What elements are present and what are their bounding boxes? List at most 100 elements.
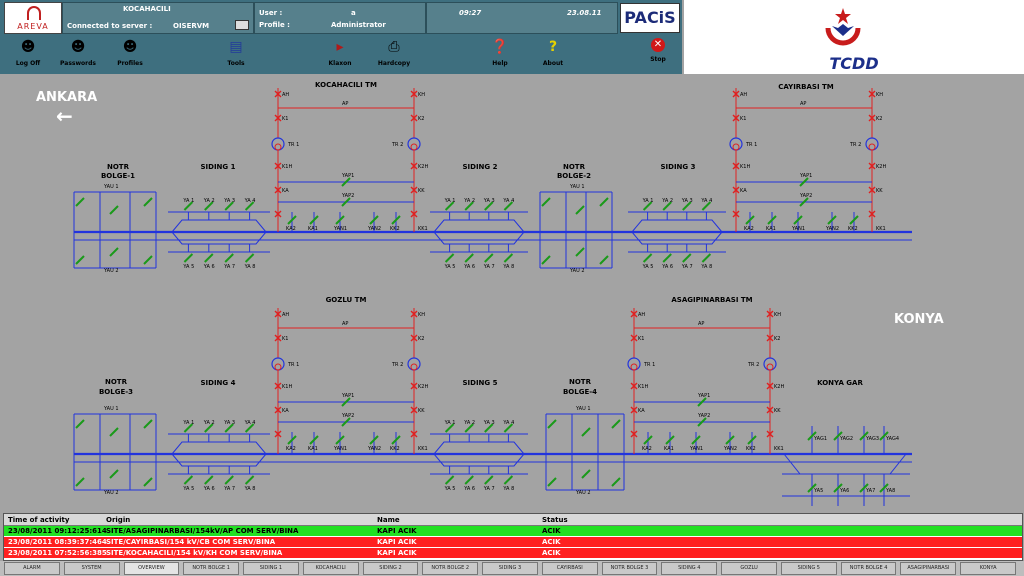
stop-button[interactable]: ✕ Stop	[630, 36, 686, 72]
disconnector-switch	[581, 427, 591, 437]
device-label: TR 1	[643, 362, 655, 368]
diagram-canvas: NOTR BOLGE-1 SIDING 1 KOCAHACILI TM SIDI…	[73, 81, 912, 506]
device-label: KA2	[744, 226, 754, 232]
device-label: YA 1	[182, 420, 194, 426]
user-icon: ☻	[20, 39, 36, 55]
klaxon-button[interactable]: ▸ Klaxon	[312, 36, 368, 72]
device-label: YAN1	[791, 226, 805, 232]
device-label: YA 3	[483, 198, 495, 204]
disconnector-switch	[484, 253, 494, 263]
about-button[interactable]: ? About	[525, 36, 581, 72]
tab-asagipinarbasi[interactable]: ASAGIPINARBASI	[900, 562, 957, 575]
event-time: 23/08/2011 08:39:37:464	[8, 538, 107, 546]
device-label: YAN2	[367, 226, 381, 232]
disconnector-switch	[204, 253, 214, 263]
user-value: a	[351, 9, 356, 17]
tab-notr-bolge-1[interactable]: NOTR BOLGE 1	[183, 562, 240, 575]
disconnector-switch	[547, 477, 557, 487]
event-row[interactable]: 23/08/2011 07:52:56:385 SITE/KOCAHACILI/1…	[4, 548, 1022, 558]
device-label: AH	[282, 312, 289, 318]
siding-loop	[433, 441, 525, 455]
tab-cayirbasi[interactable]: CAYIRBASI	[541, 562, 598, 575]
device-label: YA 3	[223, 420, 235, 426]
device-label: YA 4	[700, 198, 712, 204]
device-label: YA 5	[642, 264, 654, 270]
device-label: YAG1	[813, 436, 827, 442]
device-label: YAP1	[799, 173, 812, 179]
disconnector-switch	[75, 419, 85, 429]
passwords-label: Passwords	[60, 60, 96, 67]
tab-siding-3[interactable]: SIDING 3	[482, 562, 538, 575]
device-label: YA 6	[463, 486, 475, 492]
device-label: KA1	[308, 446, 318, 452]
event-row[interactable]: 23/08/2011 08:39:37:464 SITE/CAYIRBASI/15…	[4, 537, 1022, 547]
header-bar: AREVA KOCAHACILI Connected to server : O…	[0, 0, 682, 74]
tab-overview[interactable]: OVERVIEW	[123, 562, 180, 575]
tab-siding-1[interactable]: SIDING 1	[243, 562, 299, 575]
device-label: YA 7	[681, 264, 693, 270]
tab-siding-2[interactable]: SIDING 2	[362, 562, 419, 575]
hardcopy-button[interactable]: ⎙ Hardcopy	[366, 36, 422, 72]
event-row[interactable]: 23/08/2011 09:12:25:614 SITE/ASAGIPINARBA…	[4, 526, 1022, 536]
device-label: KA2	[286, 446, 296, 452]
stop-label: Stop	[650, 56, 666, 63]
device-label: YAN1	[333, 446, 347, 452]
tab-siding-5[interactable]: SIDING 5	[780, 562, 837, 575]
tab-gozlu[interactable]: GOZLU	[721, 562, 777, 575]
col-origin: Origin	[106, 516, 131, 524]
passwords-button[interactable]: ☻ Passwords	[50, 36, 106, 72]
device-label: YAU 1	[103, 184, 119, 190]
profiles-label: Profiles	[117, 60, 143, 67]
disconnector-switch	[75, 255, 85, 265]
disconnector-switch	[541, 255, 551, 265]
siding2-label: SIDING 2	[463, 163, 498, 171]
siding-loop	[433, 453, 525, 467]
tab-siding-4[interactable]: SIDING 4	[661, 562, 718, 575]
profiles-button[interactable]: ☻ Profiles	[102, 36, 158, 72]
device-label: YA 2	[661, 198, 673, 204]
tab-konya[interactable]: KONYA	[960, 562, 1016, 575]
event-status: ACIK	[542, 549, 561, 557]
tab-notr-bolge-3[interactable]: NOTR BOLGE 3	[601, 562, 658, 575]
tab-kocahacili[interactable]: KOCAHACILI	[302, 562, 359, 575]
device-label: TR 1	[745, 142, 757, 148]
disconnector-switch	[183, 253, 194, 263]
tab-system[interactable]: SYSTEM	[63, 562, 120, 575]
device-label: KK1	[876, 226, 886, 232]
device-label: YA 7	[483, 486, 495, 492]
device-label: YAP2	[341, 413, 354, 419]
kocahacili-label: KOCAHACILI TM	[315, 81, 377, 89]
stop-icon: ✕	[651, 38, 665, 52]
help-icon: ❓	[491, 39, 509, 55]
siding3-label: SIDING 3	[661, 163, 696, 171]
station-panel: KOCAHACILI Connected to server : OISERVM	[62, 2, 254, 34]
tcdd-logo: TCDD	[684, 0, 1024, 74]
siding1-label: SIDING 1	[201, 163, 236, 171]
users-icon: ☻	[70, 39, 86, 55]
areva-logo: AREVA	[4, 2, 62, 34]
notr2-line2: BOLGE-2	[557, 172, 591, 180]
tab-alarm[interactable]: ALARM	[4, 562, 60, 575]
tcdd-name: TCDD	[829, 54, 879, 73]
disconnector-switch	[547, 419, 557, 429]
device-label: YA 3	[223, 198, 235, 204]
device-label: K2	[876, 116, 882, 122]
disconnector-switch	[611, 419, 621, 429]
disconnector-switch	[109, 427, 119, 437]
disconnector-switch	[183, 475, 194, 485]
event-origin: SITE/CAYIRBASI/154 kV/CB COM SERV/BINA	[106, 538, 276, 546]
notr1-line1: NOTR	[107, 163, 130, 171]
device-label: YAN1	[333, 226, 347, 232]
disconnector-switch	[75, 197, 85, 207]
klaxon-label: Klaxon	[328, 60, 352, 67]
log-off-button[interactable]: ☻ Log Off	[0, 36, 56, 72]
disconnector-switch	[444, 475, 455, 485]
device-label: YA 2	[463, 420, 475, 426]
help-button[interactable]: ❓ Help	[472, 36, 528, 72]
tab-notr-bolge-2[interactable]: NOTR BOLGE 2	[422, 562, 479, 575]
tab-notr-bolge-4[interactable]: NOTR BOLGE 4	[840, 562, 897, 575]
tools-button[interactable]: ▤ Tools	[208, 36, 264, 72]
disconnector-switch	[109, 247, 119, 257]
device-label: YA 4	[502, 198, 514, 204]
event-list: Time of activity Origin Name Status 23/0…	[3, 513, 1023, 561]
